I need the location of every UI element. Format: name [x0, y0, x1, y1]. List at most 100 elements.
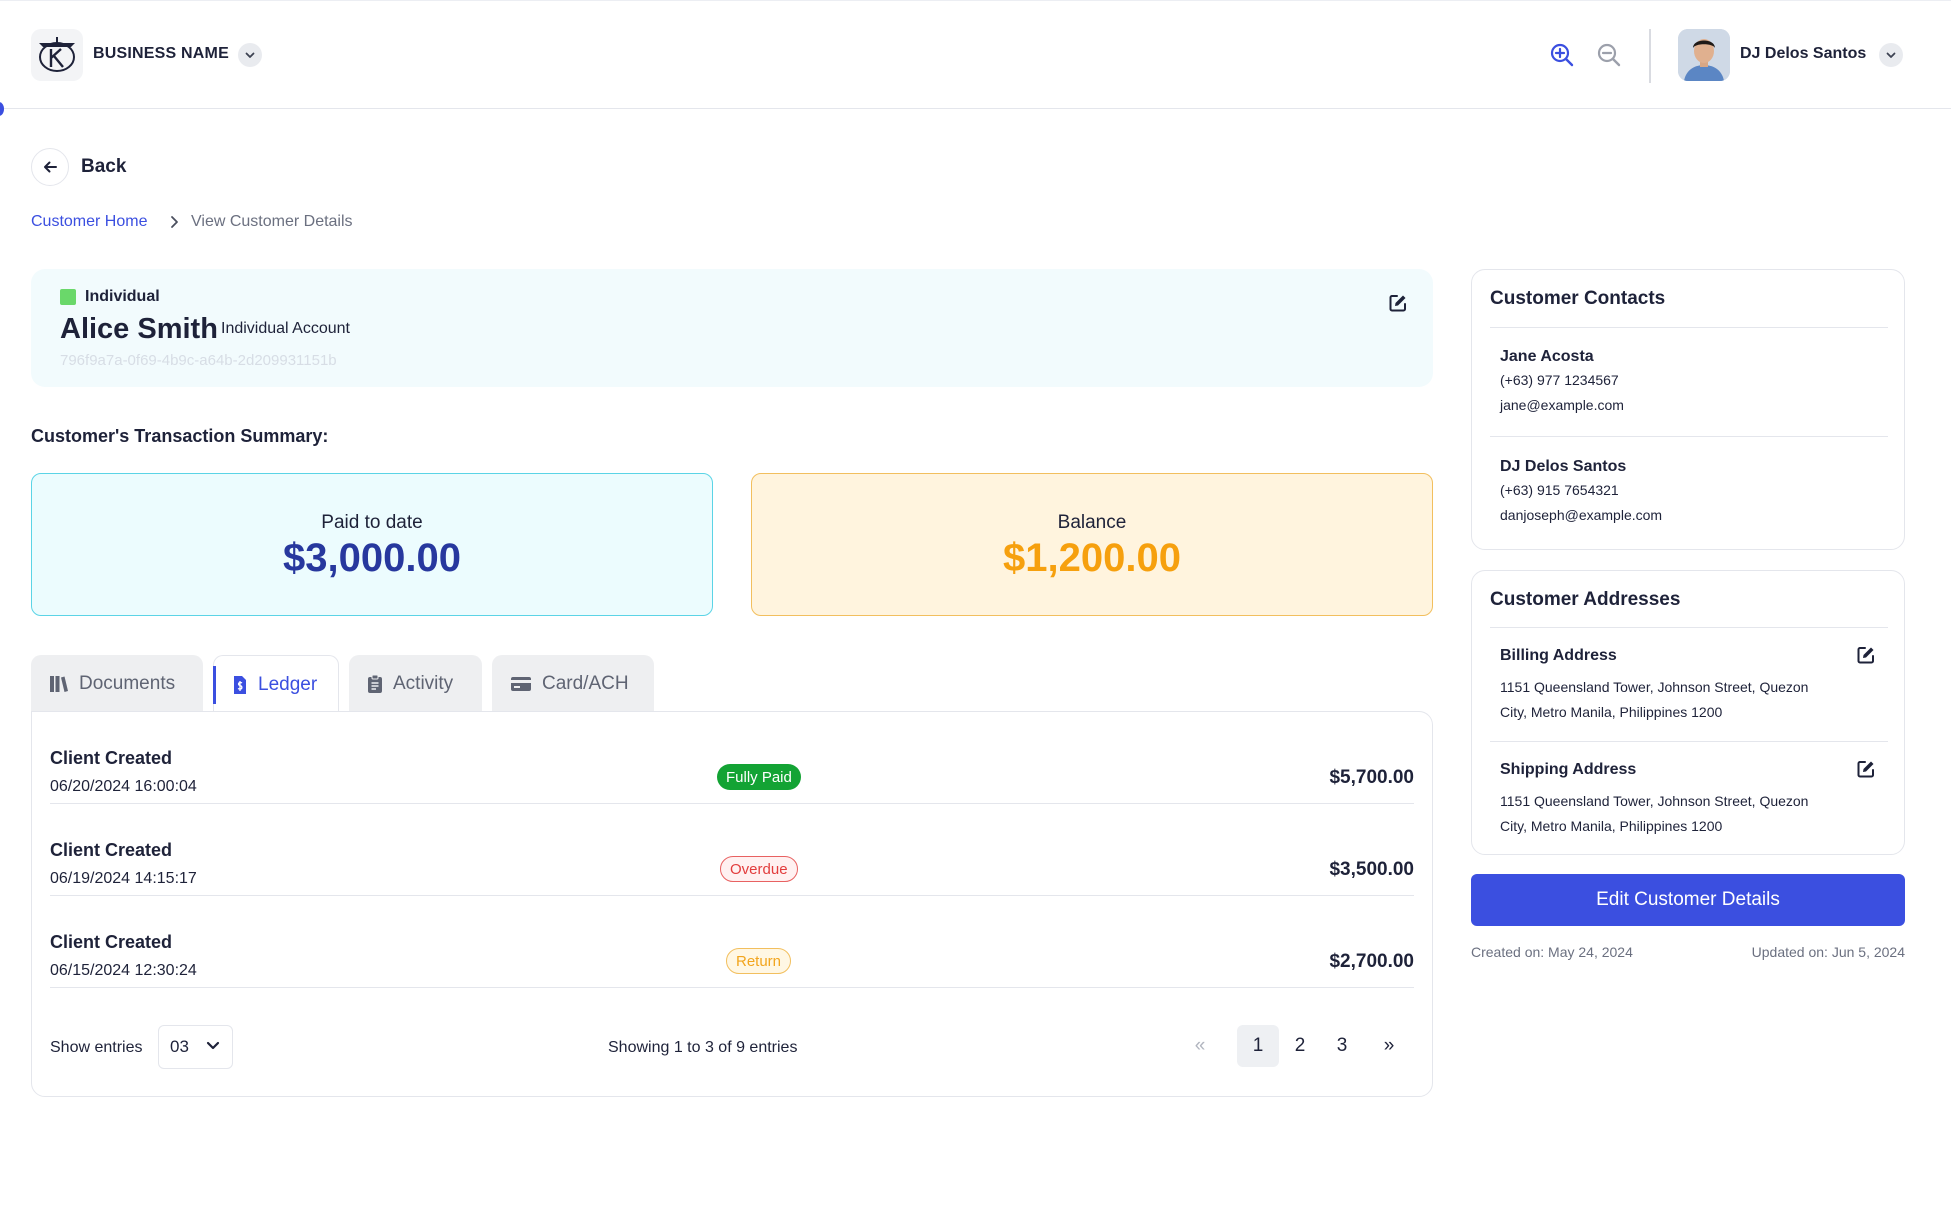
tab-label: Activity [393, 672, 454, 694]
ledger-row[interactable]: Client Created 06/19/2024 14:15:17 Overd… [50, 804, 1414, 896]
contact-email[interactable]: danjoseph@example.com [1500, 507, 1662, 523]
logo-emblem-icon [39, 37, 75, 72]
pagination-next-button[interactable]: » [1368, 1025, 1410, 1067]
addresses-title: Customer Addresses [1490, 589, 1681, 610]
pagination-page-2[interactable]: 2 [1279, 1025, 1321, 1067]
customer-type-label: Individual [85, 288, 160, 305]
ledger-row-date: 06/19/2024 14:15:17 [50, 870, 197, 887]
page-number: 1 [1252, 1035, 1264, 1056]
business-name: BUSINESS NAME [93, 45, 229, 62]
ledger-row[interactable]: Client Created 06/15/2024 12:30:24 Retur… [50, 896, 1414, 988]
entries-value: 03 [170, 1037, 189, 1056]
user-name: DJ Delos Santos [1740, 45, 1867, 62]
customer-header-card: Individual Alice Smith Individual Accoun… [31, 269, 1433, 387]
zoom-in-icon [1550, 43, 1574, 67]
ledger-row-title: Client Created [50, 840, 173, 860]
edit-customer-details-button[interactable]: Edit Customer Details [1471, 874, 1905, 926]
created-on-text: Created on: May 24, 2024 [1471, 944, 1633, 960]
zoom-in-button[interactable] [1549, 42, 1575, 73]
billing-address-label: Billing Address [1500, 647, 1617, 664]
pagination-next-icon: » [1383, 1035, 1395, 1056]
edit-customer-button[interactable] [1388, 293, 1408, 318]
balance-value: $1,200.00 [1003, 536, 1181, 580]
transaction-summary-title: Customer's Transaction Summary: [31, 426, 329, 446]
paid-to-date-label: Paid to date [321, 512, 423, 533]
ledger-row-title: Client Created [50, 932, 173, 952]
pagination-page-1[interactable]: 1 [1237, 1025, 1279, 1067]
ledger-row-date: 06/20/2024 16:00:04 [50, 778, 197, 795]
divider [1490, 436, 1888, 437]
updated-on-text: Updated on: Jun 5, 2024 [1751, 944, 1905, 960]
billing-address-line: 1151 Queensland Tower, Johnson Street, Q… [1500, 679, 1809, 695]
header-divider [1649, 29, 1651, 83]
zoom-out-button[interactable] [1596, 42, 1622, 73]
edit-icon [1857, 647, 1874, 664]
contact-name: DJ Delos Santos [1500, 458, 1627, 475]
arrow-left-icon [44, 161, 57, 173]
pagination-page-3[interactable]: 3 [1321, 1025, 1363, 1067]
chevron-right-icon [168, 213, 182, 236]
ledger-panel: Client Created 06/20/2024 16:00:04 Fully… [31, 711, 1433, 1097]
divider [1490, 327, 1888, 328]
chevron-down-icon [245, 52, 255, 58]
shipping-address-line: 1151 Queensland Tower, Johnson Street, Q… [1500, 793, 1809, 809]
status-badge-fully-paid: Fully Paid [717, 764, 801, 790]
paid-to-date-card: Paid to date $3,000.00 [31, 473, 713, 616]
showing-entries-text: Showing 1 to 3 of 9 entries [608, 1039, 798, 1056]
shipping-address-label: Shipping Address [1500, 761, 1637, 778]
paid-to-date-value: $3,000.00 [283, 536, 461, 580]
tab-documents[interactable]: Documents [31, 655, 203, 712]
balance-label: Balance [1057, 512, 1127, 533]
edit-icon [1389, 295, 1406, 312]
clipboard-icon [368, 674, 382, 693]
business-dropdown-button[interactable] [238, 43, 262, 67]
edit-shipping-address-button[interactable] [1856, 759, 1876, 784]
books-icon [50, 675, 68, 692]
customer-id: 796f9a7a-0f69-4b9c-a64b-2d209931151b [60, 352, 337, 369]
ledger-row[interactable]: Client Created 06/20/2024 16:00:04 Fully… [50, 712, 1414, 804]
pagination-prev-button[interactable]: « [1179, 1025, 1221, 1067]
customer-name: Alice Smith [60, 313, 218, 345]
user-menu-button[interactable] [1879, 43, 1903, 67]
ledger-row-date: 06/15/2024 12:30:24 [50, 962, 197, 979]
page-number: 3 [1336, 1035, 1348, 1056]
status-badge-overdue: Overdue [720, 856, 798, 882]
ledger-row-amount: $3,500.00 [1329, 859, 1414, 880]
ledger-row-amount: $5,700.00 [1329, 767, 1414, 788]
zoom-out-icon [1597, 43, 1621, 67]
edit-billing-address-button[interactable] [1856, 645, 1876, 670]
contacts-title: Customer Contacts [1490, 288, 1666, 309]
entries-per-page-select[interactable]: 03 [158, 1025, 233, 1069]
breadcrumb-customer-home[interactable]: Customer Home [31, 213, 147, 231]
tab-ledger[interactable]: Ledger [213, 655, 339, 713]
contact-phone[interactable]: (+63) 915 7654321 [1500, 482, 1619, 498]
chevron-down-icon [1886, 52, 1896, 58]
customer-contacts-card: Customer Contacts Jane Acosta (+63) 977 … [1471, 269, 1905, 550]
contact-name: Jane Acosta [1500, 348, 1594, 365]
contact-phone[interactable]: (+63) 977 1234567 [1500, 372, 1619, 388]
back-button[interactable] [31, 148, 69, 186]
user-avatar[interactable] [1678, 29, 1730, 81]
page-number: 2 [1294, 1035, 1306, 1056]
credit-card-icon [511, 676, 531, 691]
customer-addresses-card: Customer Addresses Billing Address 1151 … [1471, 570, 1905, 855]
tab-activity[interactable]: Activity [349, 655, 482, 712]
customer-type-swatch [60, 289, 76, 305]
back-link[interactable]: Back [81, 156, 126, 178]
user-photo-icon [1678, 29, 1730, 81]
edit-icon [1857, 761, 1874, 778]
divider [1490, 741, 1888, 742]
breadcrumb-current: View Customer Details [191, 213, 353, 230]
show-entries-label: Show entries [50, 1039, 143, 1056]
ledger-row-title: Client Created [50, 748, 173, 768]
chevron-down-icon [206, 1041, 220, 1050]
contact-email[interactable]: jane@example.com [1500, 397, 1624, 413]
business-logo[interactable] [31, 29, 83, 81]
balance-card: Balance $1,200.00 [751, 473, 1433, 616]
status-badge-return: Return [726, 948, 792, 974]
ledger-row-amount: $2,700.00 [1329, 951, 1414, 972]
tab-label: Documents [79, 672, 176, 694]
tab-card-ach[interactable]: Card/ACH [492, 655, 654, 712]
shipping-address-line: City, Metro Manila, Philippines 1200 [1500, 818, 1723, 834]
account-type: Individual Account [221, 320, 350, 337]
